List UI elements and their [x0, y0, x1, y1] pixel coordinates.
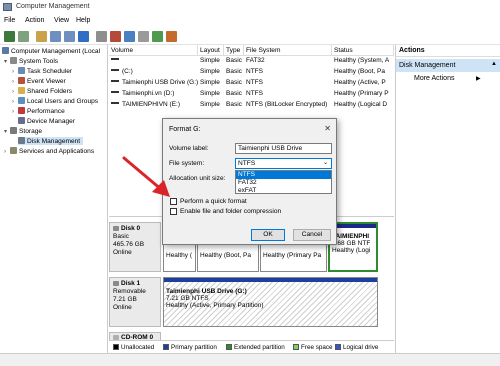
- chevron-down-icon[interactable]: ⌄: [323, 159, 328, 166]
- log-icon: [18, 77, 25, 84]
- chevron-right-icon: ▶: [476, 76, 481, 82]
- disk-0-info[interactable]: Disk 0 Basic 465.76 GB Online: [109, 222, 161, 272]
- legend-free-space: Free space: [293, 344, 333, 351]
- folder-icon: [18, 87, 25, 94]
- disk-icon: [113, 281, 119, 286]
- cancel-button[interactable]: Cancel: [293, 229, 331, 241]
- tools-icon: [10, 57, 17, 64]
- settings-icon[interactable]: [124, 31, 135, 42]
- list-view-icon[interactable]: [96, 31, 107, 42]
- partition-block-usb[interactable]: Taimienphi USB Drive (G:) 7.21 GB NTFS H…: [163, 277, 378, 327]
- storage-icon: [10, 127, 17, 134]
- forward-icon[interactable]: [18, 31, 29, 42]
- legend-extended: Extended partition: [226, 344, 285, 351]
- tree-item-shared-folders[interactable]: › Shared Folders: [12, 87, 72, 95]
- title-bar: Computer Management: [0, 0, 500, 14]
- device-icon: [18, 117, 25, 124]
- dialog-title: Format G:: [169, 126, 201, 133]
- volume-icon: [111, 102, 119, 104]
- file-system-options: NTFS FAT32 exFAT: [235, 170, 332, 194]
- users-icon: [18, 97, 25, 104]
- legend-primary: Primary partition: [163, 344, 217, 351]
- computer-icon: [2, 47, 9, 54]
- delete-icon[interactable]: [110, 31, 121, 42]
- tree-item-storage[interactable]: ▾ Storage: [4, 127, 42, 135]
- menu-file[interactable]: File: [4, 17, 15, 24]
- legend-swatch: [113, 344, 119, 350]
- menu-bar: File Action View Help: [0, 14, 500, 28]
- tree-item-services-applications[interactable]: › Services and Applications: [4, 147, 94, 155]
- red-arrow-icon: [122, 156, 170, 197]
- export-icon[interactable]: [166, 31, 177, 42]
- option-exfat[interactable]: exFAT: [236, 187, 331, 195]
- tree-item-disk-management[interactable]: Disk Management: [18, 137, 84, 145]
- column-header-layout[interactable]: Layout: [198, 45, 224, 56]
- status-bar: [0, 353, 500, 366]
- check-icon[interactable]: [138, 31, 149, 42]
- compression-checkbox[interactable]: [170, 208, 177, 215]
- file-system-select[interactable]: NTFS ⌄: [235, 158, 332, 169]
- volume-icon: [111, 80, 119, 82]
- tree-item-system-tools[interactable]: ▾ System Tools: [4, 57, 58, 65]
- tree-item-performance[interactable]: › Performance: [12, 107, 65, 115]
- actions-header: Actions: [396, 45, 500, 57]
- legend-logical: Logical drive: [335, 344, 378, 351]
- volume-icon: [111, 91, 119, 93]
- format-dialog: Format G: ✕ Volume label: Taimienphi USB…: [162, 118, 337, 245]
- clock-icon: [18, 67, 25, 74]
- quick-format-label: Perform a quick format: [180, 198, 247, 205]
- help-icon[interactable]: [78, 31, 89, 42]
- column-header-status[interactable]: Status: [332, 45, 394, 56]
- performance-icon: [18, 107, 25, 114]
- close-icon[interactable]: ✕: [324, 124, 331, 133]
- window-title: Computer Management: [16, 3, 90, 10]
- ok-button[interactable]: OK: [251, 229, 285, 241]
- option-ntfs[interactable]: NTFS: [236, 171, 331, 179]
- back-icon[interactable]: [4, 31, 15, 42]
- tree-item-device-manager[interactable]: Device Manager: [18, 117, 75, 125]
- up-folder-icon[interactable]: [36, 31, 47, 42]
- actions-pane: Actions Disk Management ▲ More Actions ▶: [395, 45, 500, 353]
- navigation-tree: Computer Management (Local ▾ System Tools…: [0, 45, 108, 353]
- more-actions-link[interactable]: More Actions ▶: [414, 75, 481, 82]
- tree-item-task-scheduler[interactable]: › Task Scheduler: [12, 67, 72, 75]
- toolbar: [0, 28, 500, 45]
- disk-1-info[interactable]: Disk 1 Removable 7.21 GB Online: [109, 277, 161, 327]
- volume-icon: [111, 69, 119, 71]
- tree-item-local-users[interactable]: › Local Users and Groups: [12, 97, 98, 105]
- show-tree-icon[interactable]: [50, 31, 61, 42]
- option-fat32[interactable]: FAT32: [236, 179, 331, 187]
- app-icon: [3, 3, 12, 11]
- legend-swatch: [293, 344, 299, 350]
- volume-icon: [111, 58, 119, 60]
- column-header-type[interactable]: Type: [224, 45, 244, 56]
- tree-item-event-viewer[interactable]: › Event Viewer: [12, 77, 66, 85]
- collapse-up-icon[interactable]: ▲: [491, 61, 497, 67]
- volume-label-input[interactable]: Taimienphi USB Drive: [235, 143, 332, 154]
- compression-label: Enable file and folder compression: [180, 208, 282, 215]
- column-header-volume[interactable]: Volume: [109, 45, 198, 56]
- menu-action[interactable]: Action: [25, 17, 44, 24]
- actions-section-disk-management[interactable]: Disk Management ▲: [396, 59, 500, 72]
- legend-unallocated: Unallocated: [113, 344, 154, 351]
- refresh-icon[interactable]: [152, 31, 163, 42]
- properties-icon[interactable]: [64, 31, 75, 42]
- column-header-file-system[interactable]: File System: [244, 45, 332, 56]
- services-icon: [10, 147, 17, 154]
- legend-swatch: [163, 344, 169, 350]
- legend-swatch: [335, 344, 341, 350]
- legend-swatch: [226, 344, 232, 350]
- disk-icon: [113, 226, 119, 231]
- legend: Unallocated Primary partition Extended p…: [109, 340, 394, 353]
- disk-icon: [18, 137, 25, 144]
- menu-help[interactable]: Help: [76, 17, 90, 24]
- volume-label-caption: Volume label:: [169, 145, 209, 152]
- tree-item-computer-management[interactable]: Computer Management (Local: [2, 47, 100, 55]
- menu-view[interactable]: View: [54, 17, 69, 24]
